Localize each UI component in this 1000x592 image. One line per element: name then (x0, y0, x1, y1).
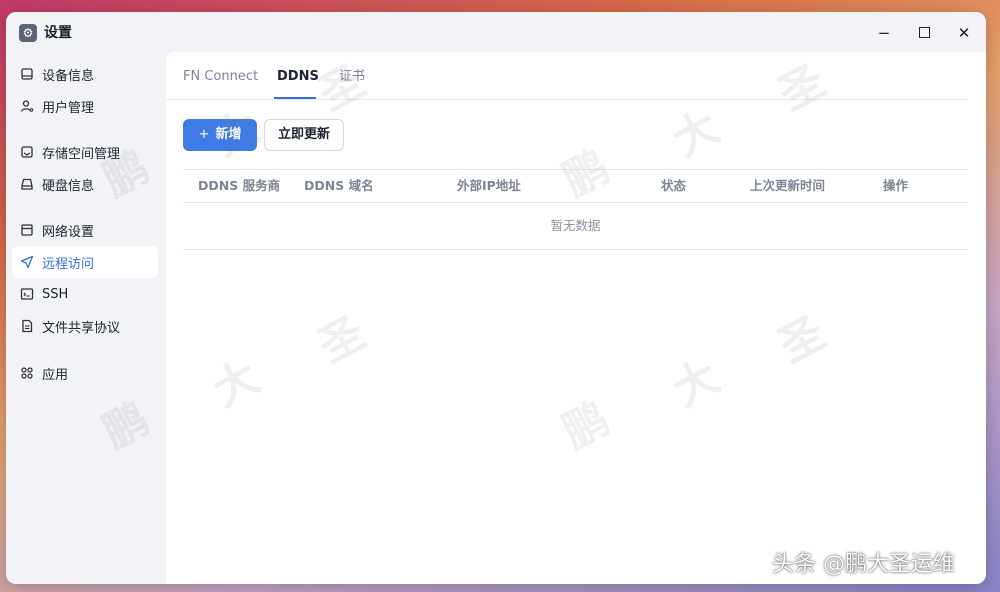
credit-watermark: 头条 @鹏大圣运维 (772, 552, 955, 577)
send-icon (20, 255, 34, 269)
maximize-button[interactable] (913, 22, 935, 44)
sidebar-item-apps[interactable]: 应用 (12, 357, 158, 389)
document-icon (20, 319, 34, 333)
window-title: 设置 (44, 25, 72, 41)
main-content: FN Connect DDNS 证书 + 新增 立即更新 DDNS 服务商 DDN… (166, 52, 986, 584)
device-icon (20, 67, 34, 81)
storage-icon (20, 145, 34, 159)
sidebar-item-device-info[interactable]: 设备信息 (12, 58, 158, 90)
active-tab-indicator (274, 97, 316, 99)
close-button[interactable]: ✕ (953, 22, 975, 44)
apps-icon (20, 366, 34, 380)
empty-state-text: 暂无数据 (550, 218, 601, 233)
tab-bar: FN Connect DDNS 证书 (166, 52, 968, 100)
column-header[interactable]: DDNS 域名 (304, 170, 374, 202)
sidebar-item-label: SSH (42, 286, 69, 302)
tab-certificate[interactable]: 证书 (339, 68, 365, 86)
disk-icon (20, 177, 34, 191)
table-empty-row: 暂无数据 (183, 203, 968, 250)
title-bar: ⚙ 设置 − ✕ (6, 12, 986, 52)
sidebar-item-disk-info[interactable]: 硬盘信息 (12, 168, 158, 200)
sidebar-item-network[interactable]: 网络设置 (12, 214, 158, 246)
column-header[interactable]: 上次更新时间 (750, 170, 825, 202)
sidebar-item-label: 存储空间管理 (42, 146, 121, 162)
sidebar-item-user-management[interactable]: 用户管理 (12, 90, 158, 122)
plus-icon: + (198, 127, 210, 142)
watermark: 鹏 (94, 393, 158, 459)
column-header[interactable]: DDNS 服务商 (198, 170, 280, 202)
sidebar-item-label: 设备信息 (42, 68, 95, 84)
tab-ddns[interactable]: DDNS (277, 68, 319, 86)
column-header[interactable]: 状态 (661, 170, 686, 202)
update-now-button[interactable]: 立即更新 (264, 119, 344, 151)
column-header[interactable]: 外部IP地址 (457, 170, 521, 202)
tab-fn-connect[interactable]: FN Connect (183, 68, 258, 86)
sidebar-item-remote-access[interactable]: 远程访问 (12, 246, 158, 278)
minimize-button[interactable]: − (873, 22, 895, 44)
maximize-icon (918, 27, 930, 38)
network-icon (20, 223, 34, 237)
add-button[interactable]: + 新增 (183, 119, 257, 151)
add-button-label: 新增 (215, 127, 242, 142)
terminal-icon (20, 287, 34, 301)
sidebar-item-file-sharing[interactable]: 文件共享协议 (12, 310, 158, 342)
sidebar-item-label: 应用 (42, 367, 69, 383)
sidebar-item-ssh[interactable]: SSH (12, 278, 158, 310)
sidebar-item-label: 网络设置 (42, 224, 95, 240)
column-header[interactable]: 操作 (883, 170, 908, 202)
sidebar-item-label: 文件共享协议 (42, 320, 121, 336)
sidebar-item-label: 硬盘信息 (42, 178, 95, 194)
table-header: DDNS 服务商 DDNS 域名 外部IP地址 状态 上次更新时间 操作 (183, 169, 968, 203)
sidebar-item-label: 远程访问 (42, 256, 95, 272)
sidebar-item-storage[interactable]: 存储空间管理 (12, 136, 158, 168)
ddns-table: DDNS 服务商 DDNS 域名 外部IP地址 状态 上次更新时间 操作 暂无数… (183, 169, 968, 250)
gear-icon: ⚙ (19, 24, 37, 42)
user-icon (20, 99, 34, 113)
settings-window: ⚙ 设置 − ✕ 设备信息 用户管理 存储空间管理 硬盘信息 网络设置 远程访问… (6, 12, 986, 584)
sidebar-item-label: 用户管理 (42, 100, 95, 116)
